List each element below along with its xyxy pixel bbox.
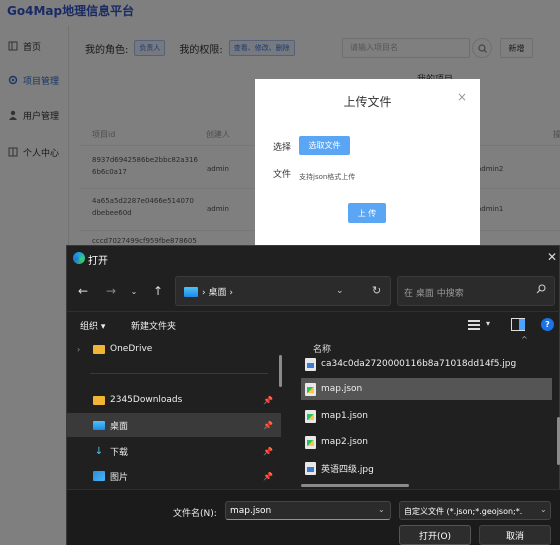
nav-item-downloads[interactable]: ↓ 下载 📌 [67,439,281,463]
pin-icon: 📌 [263,395,273,405]
nav-item-label: OneDrive [110,344,153,354]
file-name: map2.json [321,437,368,447]
nav-item-desktop[interactable]: 桌面 📌 [67,413,281,437]
help-icon[interactable]: ? [541,318,554,331]
nav-item-label: 2345Downloads [110,395,183,405]
organize-button[interactable]: 组织 ▾ [80,319,105,332]
chevron-up-icon[interactable]: ^ [521,335,528,344]
nav-item-label: 下载 [110,447,129,458]
upload-modal: 上传文件 × 选择 选取文件 文件 支持json格式上传 上 传 [255,79,480,245]
cancel-button[interactable]: 取消 [479,525,551,545]
chevron-down-icon[interactable]: ⌄ [336,286,344,296]
file-item[interactable]: map1.json [301,405,552,427]
filename-input[interactable]: map.json ⌄ [225,501,391,520]
file-list-pane: ^ 名称 ca34c0da2720000116b8a71018dd14f5.jp… [289,335,560,489]
desktop-icon [93,420,105,430]
file-item[interactable]: 英语四级.jpg [301,457,552,479]
chevron-right-icon[interactable]: › [77,345,80,354]
folder-icon [93,395,105,405]
upload-hint: 支持json格式上传 [299,173,356,181]
preview-pane-icon[interactable] [511,318,525,331]
upload-button[interactable]: 上 传 [348,203,386,223]
close-icon[interactable]: ✕ [547,250,557,264]
forward-arrow-icon[interactable]: → [103,283,119,299]
desktop-folder-icon [184,287,198,297]
pictures-icon [93,471,105,481]
up-arrow-icon[interactable]: ↑ [150,283,166,299]
search-placeholder: 在 桌面 中搜索 [404,289,464,299]
select-file-button[interactable]: 选取文件 [299,136,350,155]
dialog-footer: 文件名(N): map.json ⌄ 自定义文件 (*.json;*.geojs… [67,489,560,545]
filename-label: 文件名(N): [173,509,217,519]
folder-icon [93,344,105,354]
dialog-title: 打开 [88,256,108,267]
close-icon[interactable]: × [457,90,467,104]
filename-value: map.json [230,506,272,516]
nav-item-pictures[interactable]: 图片 📌 [67,464,281,488]
chevron-down-icon[interactable]: ⌄ [378,505,385,514]
file-name: ca34c0da2720000116b8a71018dd14f5.jpg [321,359,517,369]
image-file-icon [305,461,316,475]
open-file-dialog: 打开 ✕ ← → ⌄ ↑ › 桌面 › ⌄ ↻ 在 桌面 中搜索 组织 ▾ 新建… [66,245,560,545]
json-file-icon [305,435,316,449]
chevron-down-icon[interactable]: ⌄ [538,505,547,514]
file-name: map1.json [321,411,368,421]
nav-item-label: 桌面 [110,421,129,432]
file-label: 文件 [273,170,292,180]
horizontal-scrollbar[interactable] [301,484,409,487]
nav-item-onedrive[interactable]: › OneDrive [67,337,281,361]
download-icon: ↓ [94,445,104,457]
select-label: 选择 [273,143,292,153]
pin-icon: 📌 [263,446,273,456]
address-bar[interactable]: › 桌面 › ⌄ ↻ [175,276,391,306]
navigation-pane: › OneDrive 2345Downloads 📌 桌面 📌 ↓ 下载 📌 图… [67,337,282,489]
address-segment[interactable]: 桌面 [208,288,226,298]
chevron-down-icon[interactable]: ⌄ [126,283,142,299]
folder-search-input[interactable]: 在 桌面 中搜索 [397,276,555,306]
browser-icon [73,252,85,264]
json-file-icon [305,409,316,423]
json-file-icon [305,382,316,396]
navigation-bar: ← → ⌄ ↑ › 桌面 › ⌄ ↻ 在 桌面 中搜索 [67,271,560,311]
nav-item-2345downloads[interactable]: 2345Downloads 📌 [67,388,281,412]
view-options-icon[interactable] [468,320,480,330]
pin-icon: 📌 [263,471,273,481]
refresh-icon[interactable]: ↻ [372,284,381,297]
divider [90,373,268,374]
image-file-icon [305,357,316,371]
nav-item-label: 图片 [110,472,129,483]
open-button[interactable]: 打开(O) [399,525,471,545]
dialog-toolbar: 组织 ▾ 新建文件夹 ▾ ? [67,311,560,337]
chevron-down-icon[interactable]: ▾ [486,319,490,328]
dialog-titlebar: 打开 ✕ [67,246,560,271]
file-name: map.json [321,384,363,394]
filetype-value: 自定义文件 (*.json;*.geojson;*. [404,507,523,516]
back-arrow-icon[interactable]: ← [75,283,91,299]
search-icon [536,284,546,297]
filetype-select[interactable]: 自定义文件 (*.json;*.geojson;*. ⌄ [399,501,551,520]
scrollbar[interactable] [279,355,282,387]
file-item[interactable]: map2.json [301,431,552,453]
file-name: 英语四级.jpg [321,464,374,475]
modal-title: 上传文件 [343,95,392,109]
file-item[interactable]: map.json [301,378,552,400]
file-item[interactable]: ca34c0da2720000116b8a71018dd14f5.jpg [301,353,552,375]
pin-icon: 📌 [263,420,273,430]
address-path: › 桌面 › [202,288,233,298]
new-folder-button[interactable]: 新建文件夹 [131,319,176,332]
